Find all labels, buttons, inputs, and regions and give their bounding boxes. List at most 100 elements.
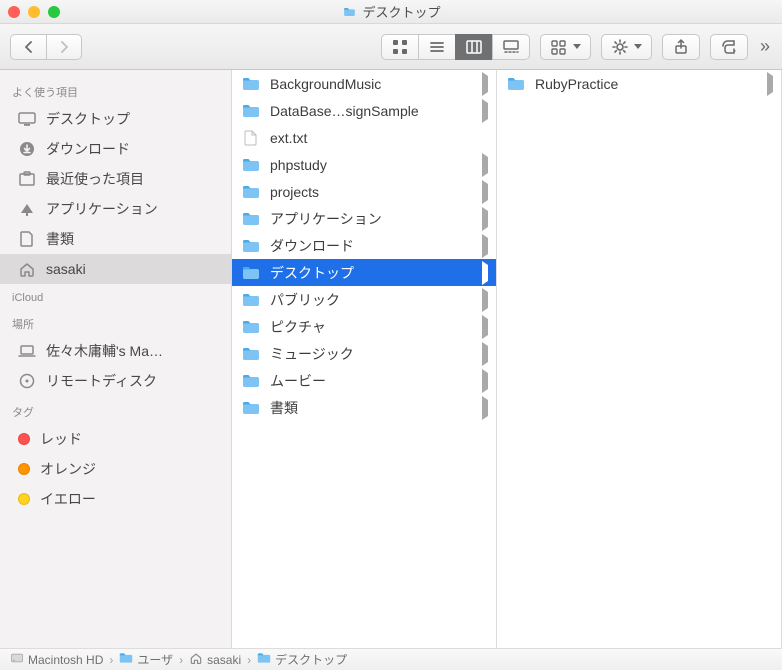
chevron-right-icon (482, 319, 488, 335)
close-window-button[interactable] (8, 6, 20, 18)
file-name: RubyPractice (535, 76, 757, 92)
chevron-right-icon (482, 103, 488, 119)
path-item-label: デスクトップ (275, 651, 347, 668)
file-row[interactable]: ダウンロード (232, 232, 496, 259)
sidebar-item[interactable]: オレンジ (0, 454, 231, 484)
view-columns-button[interactable] (455, 34, 492, 60)
sidebar-item[interactable]: 書類 (0, 224, 231, 254)
sidebar-item[interactable]: アプリケーション (0, 194, 231, 224)
folder-icon (242, 237, 260, 255)
disc-icon (18, 373, 36, 389)
path-item[interactable]: Macintosh HD (10, 651, 103, 668)
file-row[interactable]: ピクチャ (232, 313, 496, 340)
folder-icon (242, 372, 260, 390)
share-button[interactable] (662, 34, 700, 60)
minimize-window-button[interactable] (28, 6, 40, 18)
nav-segment (10, 34, 82, 60)
path-separator-icon: › (109, 653, 113, 667)
column-browser: BackgroundMusic DataBase…signSampleext.tx… (232, 70, 782, 648)
path-separator-icon: › (179, 653, 183, 667)
sidebar-item-label: レッド (40, 429, 82, 449)
sidebar-item-label: 書類 (46, 229, 74, 249)
chevron-right-icon (482, 76, 488, 92)
window-title-text: デスクトップ (362, 2, 440, 21)
folder-icon (242, 102, 260, 120)
file-row[interactable]: DataBase…signSample (232, 97, 496, 124)
file-row[interactable]: BackgroundMusic (232, 70, 496, 97)
file-name: phpstudy (270, 157, 472, 173)
file-row[interactable]: ミュージック (232, 340, 496, 367)
tag-dot-icon (18, 463, 30, 475)
path-item-label: ユーザ (137, 651, 173, 668)
view-gallery-button[interactable] (492, 34, 530, 60)
file-name: BackgroundMusic (270, 76, 472, 92)
view-icons-button[interactable] (381, 34, 418, 60)
sidebar-item-label: アプリケーション (46, 199, 158, 219)
forward-button[interactable] (46, 34, 82, 60)
folder-icon (242, 318, 260, 336)
chevron-right-icon (482, 346, 488, 362)
sidebar-item[interactable]: ダウンロード (0, 134, 231, 164)
folder-icon (507, 75, 525, 93)
edit-tags-button[interactable] (710, 34, 748, 60)
file-row[interactable]: projects (232, 178, 496, 205)
path-bar: Macintosh HD›ユーザ›sasaki›デスクトップ (0, 648, 782, 670)
file-name: デスクトップ (270, 263, 472, 283)
file-row[interactable]: 書類 (232, 394, 496, 421)
sidebar-section-header: タグ (0, 396, 231, 424)
tag-dot-icon (18, 493, 30, 505)
path-item-label: sasaki (207, 653, 241, 667)
chevron-right-icon (482, 184, 488, 200)
action-menu-button[interactable] (601, 34, 652, 60)
tag-dot-icon (18, 433, 30, 445)
path-item[interactable]: sasaki (189, 651, 241, 668)
sidebar-item-label: sasaki (46, 261, 86, 277)
zoom-window-button[interactable] (48, 6, 60, 18)
chevron-right-icon (482, 373, 488, 389)
window-controls (8, 6, 60, 18)
window-title: デスクトップ (341, 2, 440, 21)
sidebar-item[interactable]: レッド (0, 424, 231, 454)
file-icon (242, 129, 260, 147)
sidebar-item-label: 佐々木庸輔's Ma… (46, 341, 163, 361)
view-mode-segment (381, 34, 530, 60)
apps-icon (18, 201, 36, 217)
view-list-button[interactable] (418, 34, 455, 60)
sidebar-item[interactable]: 最近使った項目 (0, 164, 231, 194)
file-row[interactable]: アプリケーション (232, 205, 496, 232)
folder-icon (341, 6, 357, 18)
folder-icon (119, 651, 133, 668)
folder-icon (242, 399, 260, 417)
column: BackgroundMusic DataBase…signSampleext.tx… (232, 70, 497, 648)
sidebar: よく使う項目デスクトップダウンロード最近使った項目アプリケーション書類sasak… (0, 70, 232, 648)
main: よく使う項目デスクトップダウンロード最近使った項目アプリケーション書類sasak… (0, 70, 782, 648)
file-row[interactable]: ext.txt (232, 124, 496, 151)
file-row[interactable]: パブリック (232, 286, 496, 313)
folder-icon (242, 264, 260, 282)
file-row[interactable]: RubyPractice (497, 70, 781, 97)
folder-icon (242, 210, 260, 228)
group-by-button[interactable] (540, 34, 591, 60)
chevron-right-icon (482, 211, 488, 227)
file-name: パブリック (270, 290, 472, 310)
recent-icon (18, 171, 36, 187)
toolbar-overflow-button[interactable]: » (758, 36, 772, 57)
sidebar-item-label: デスクトップ (46, 109, 130, 129)
sidebar-item-label: リモートディスク (46, 371, 157, 391)
file-name: ピクチャ (270, 317, 472, 337)
column: RubyPractice (497, 70, 782, 648)
path-item[interactable]: ユーザ (119, 651, 173, 668)
back-button[interactable] (10, 34, 46, 60)
sidebar-item[interactable]: デスクトップ (0, 104, 231, 134)
file-row[interactable]: phpstudy (232, 151, 496, 178)
sidebar-item[interactable]: リモートディスク (0, 366, 231, 396)
sidebar-item[interactable]: sasaki (0, 254, 231, 284)
file-row[interactable]: デスクトップ (232, 259, 496, 286)
sidebar-item[interactable]: イエロー (0, 484, 231, 514)
path-item[interactable]: デスクトップ (257, 651, 347, 668)
sidebar-item[interactable]: 佐々木庸輔's Ma… (0, 336, 231, 366)
sidebar-item-label: 最近使った項目 (46, 169, 144, 189)
chevron-right-icon (767, 76, 773, 92)
file-row[interactable]: ムービー (232, 367, 496, 394)
desktop-icon (18, 111, 36, 127)
